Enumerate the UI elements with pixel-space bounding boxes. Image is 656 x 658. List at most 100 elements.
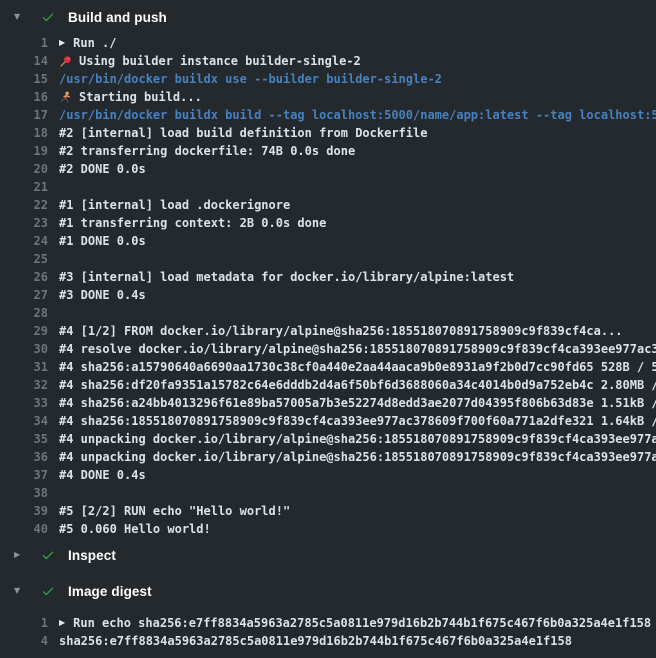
- log-line-text: /usr/bin/docker buildx use --builder bui…: [59, 72, 442, 86]
- log-text: ▶Run echo sha256:e7ff8834a5963a2785c5a08…: [59, 616, 651, 630]
- line-number[interactable]: 31: [0, 360, 48, 374]
- runner-icon: [59, 91, 72, 104]
- log-text: ▶Run ./: [59, 36, 117, 50]
- log-text: #5 0.060 Hello world!: [59, 522, 211, 536]
- line-number[interactable]: 22: [0, 198, 48, 212]
- log-text: #4 unpacking docker.io/library/alpine@sh…: [59, 450, 656, 464]
- line-number[interactable]: 19: [0, 144, 48, 158]
- line-number[interactable]: 36: [0, 450, 48, 464]
- line-number[interactable]: 23: [0, 216, 48, 230]
- log-line: 28: [0, 304, 656, 322]
- log-line: 27 #3 DONE 0.4s: [0, 286, 656, 304]
- log-text: #4 sha256:185518070891758909c9f839cf4ca3…: [59, 414, 656, 428]
- section-header-inspect[interactable]: ▶Inspect: [0, 544, 656, 566]
- log-line: 30 #4 resolve docker.io/library/alpine@sh…: [0, 340, 656, 358]
- log-text: #4 sha256:df20fa9351a15782c64e6dddb2d4a6…: [59, 378, 656, 392]
- log-text: #4 unpacking docker.io/library/alpine@sh…: [59, 432, 656, 446]
- log-text: #4 DONE 0.4s: [59, 468, 146, 482]
- log-line: 34 #4 sha256:185518070891758909c9f839cf4c…: [0, 412, 656, 430]
- log-line-text: #4 resolve docker.io/library/alpine@sha2…: [59, 342, 656, 356]
- line-number[interactable]: 14: [0, 54, 48, 68]
- line-number[interactable]: 4: [0, 634, 48, 648]
- log-line: 32 #4 sha256:df20fa9351a15782c64e6dddb2d4…: [0, 376, 656, 394]
- log-line-text: #4 sha256:df20fa9351a15782c64e6dddb2d4a6…: [59, 378, 656, 392]
- section-header-build-and-push[interactable]: ▼ Build and push: [0, 6, 656, 28]
- section-log-body: 1 ▶Run ./ 14 Using builder instance builder…: [0, 28, 656, 544]
- chevron-down-icon[interactable]: ▼: [14, 13, 26, 21]
- log-text: #1 [internal] load .dockerignore: [59, 198, 290, 212]
- line-number[interactable]: 26: [0, 270, 48, 284]
- section-title: Image digest: [68, 584, 152, 599]
- log-line: 14 Using builder instance builder-single-…: [0, 52, 656, 70]
- line-number[interactable]: 30: [0, 342, 48, 356]
- log-text: Using builder instance builder-single-2: [59, 54, 361, 68]
- line-number[interactable]: 27: [0, 288, 48, 302]
- log-line: 4 sha256:e7ff8834a5963a2785c5a0811e979d16…: [0, 632, 656, 650]
- section-header-image-digest[interactable]: ▼ Image digest: [0, 580, 656, 602]
- log-text: #1 DONE 0.0s: [59, 234, 146, 248]
- log-line: 23 #1 transferring context: 2B 0.0s done: [0, 214, 656, 232]
- line-number[interactable]: 18: [0, 126, 48, 140]
- log-line: 25: [0, 250, 656, 268]
- log-line-text: #5 0.060 Hello world!: [59, 522, 211, 536]
- log-text: #2 DONE 0.0s: [59, 162, 146, 176]
- log-line-text: #2 transferring dockerfile: 74B 0.0s don…: [59, 144, 355, 158]
- line-number[interactable]: 29: [0, 324, 48, 338]
- log-text: sha256:e7ff8834a5963a2785c5a0811e979d16b…: [59, 634, 572, 648]
- log-line-text: #1 transferring context: 2B 0.0s done: [59, 216, 326, 230]
- log-text: #2 transferring dockerfile: 74B 0.0s don…: [59, 144, 355, 158]
- log-line: 29 #4 [1/2] FROM docker.io/library/alpine…: [0, 322, 656, 340]
- line-number[interactable]: 37: [0, 468, 48, 482]
- log-line: 40 #5 0.060 Hello world!: [0, 520, 656, 538]
- line-number[interactable]: 38: [0, 486, 48, 500]
- line-number[interactable]: 1: [0, 36, 48, 50]
- expand-arrow-icon[interactable]: ▶: [59, 619, 65, 627]
- line-number[interactable]: 35: [0, 432, 48, 446]
- log-line-text: #4 DONE 0.4s: [59, 468, 146, 482]
- line-number[interactable]: 16: [0, 90, 48, 104]
- log-line-text: #2 [internal] load build definition from…: [59, 126, 427, 140]
- log-line: 16 Starting build...: [0, 88, 656, 106]
- line-number[interactable]: 17: [0, 108, 48, 122]
- workflow-log-viewer: ▼Build and push1▶Run ./14Using builder i…: [0, 6, 656, 656]
- log-line-text: #4 unpacking docker.io/library/alpine@sh…: [59, 432, 656, 446]
- log-line-text: #4 [1/2] FROM docker.io/library/alpine@s…: [59, 324, 623, 338]
- log-line-text: #5 [2/2] RUN echo "Hello world!": [59, 504, 290, 518]
- log-line: 15/usr/bin/docker buildx use --builder b…: [0, 70, 656, 88]
- log-line-text: #4 sha256:185518070891758909c9f839cf4ca3…: [59, 414, 656, 428]
- line-number[interactable]: 39: [0, 504, 48, 518]
- log-line-text: Using builder instance builder-single-2: [79, 54, 361, 68]
- expand-arrow-icon[interactable]: ▶: [59, 39, 65, 47]
- log-text: #4 [1/2] FROM docker.io/library/alpine@s…: [59, 324, 623, 338]
- line-number[interactable]: 1: [0, 616, 48, 630]
- log-line: 35 #4 unpacking docker.io/library/alpine@…: [0, 430, 656, 448]
- log-text: #4 sha256:a24bb4013296f61e89ba57005a7b3e…: [59, 396, 656, 410]
- line-number[interactable]: 25: [0, 252, 48, 266]
- log-line-text: #4 sha256:a24bb4013296f61e89ba57005a7b3e…: [59, 396, 656, 410]
- line-number[interactable]: 32: [0, 378, 48, 392]
- log-line-text: #1 DONE 0.0s: [59, 234, 146, 248]
- log-line-text: #3 [internal] load metadata for docker.i…: [59, 270, 514, 284]
- chevron-down-icon[interactable]: ▼: [14, 587, 26, 595]
- log-text: #4 sha256:a15790640a6690aa1730c38cf0a440…: [59, 360, 656, 374]
- line-number[interactable]: 15: [0, 72, 48, 86]
- log-text: Starting build...: [59, 90, 202, 104]
- line-number[interactable]: 21: [0, 180, 48, 194]
- line-number[interactable]: 33: [0, 396, 48, 410]
- log-line: 1 ▶Run echo sha256:e7ff8834a5963a2785c5a0…: [0, 614, 656, 632]
- line-number[interactable]: 28: [0, 306, 48, 320]
- line-number[interactable]: 34: [0, 414, 48, 428]
- line-number[interactable]: 40: [0, 522, 48, 536]
- log-line-text: #2 DONE 0.0s: [59, 162, 146, 176]
- log-line-text: /usr/bin/docker buildx build --tag local…: [59, 108, 656, 122]
- line-number[interactable]: 24: [0, 234, 48, 248]
- check-success-icon: [41, 584, 55, 598]
- section-title: Build and push: [68, 10, 167, 25]
- log-text: #3 DONE 0.4s: [59, 288, 146, 302]
- log-line: 33 #4 sha256:a24bb4013296f61e89ba57005a7b…: [0, 394, 656, 412]
- line-number[interactable]: 20: [0, 162, 48, 176]
- log-line: 39 #5 [2/2] RUN echo "Hello world!": [0, 502, 656, 520]
- log-line-text: sha256:e7ff8834a5963a2785c5a0811e979d16b…: [59, 634, 572, 648]
- log-line-text: #1 [internal] load .dockerignore: [59, 198, 290, 212]
- chevron-right-icon[interactable]: ▶: [14, 551, 26, 559]
